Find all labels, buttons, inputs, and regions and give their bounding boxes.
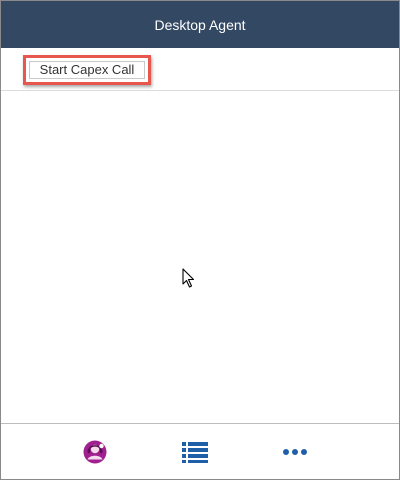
window-title: Desktop Agent	[154, 16, 246, 33]
list-icon	[182, 442, 208, 463]
bottom-nav-bar	[1, 423, 399, 479]
nav-agent-button[interactable]	[81, 438, 109, 466]
desktop-agent-window: Desktop Agent Start Capex Call	[0, 0, 400, 480]
agent-avatar-icon	[83, 440, 107, 464]
more-horizontal-icon	[283, 449, 307, 455]
main-content-area	[1, 92, 399, 423]
title-bar: Desktop Agent	[1, 1, 399, 48]
highlight-box: Start Capex Call	[23, 55, 151, 85]
mouse-cursor-icon	[182, 268, 195, 288]
nav-list-button[interactable]	[181, 438, 209, 466]
nav-more-button[interactable]	[281, 438, 309, 466]
toolbar: Start Capex Call	[1, 48, 399, 91]
start-capex-call-button[interactable]: Start Capex Call	[29, 61, 145, 79]
